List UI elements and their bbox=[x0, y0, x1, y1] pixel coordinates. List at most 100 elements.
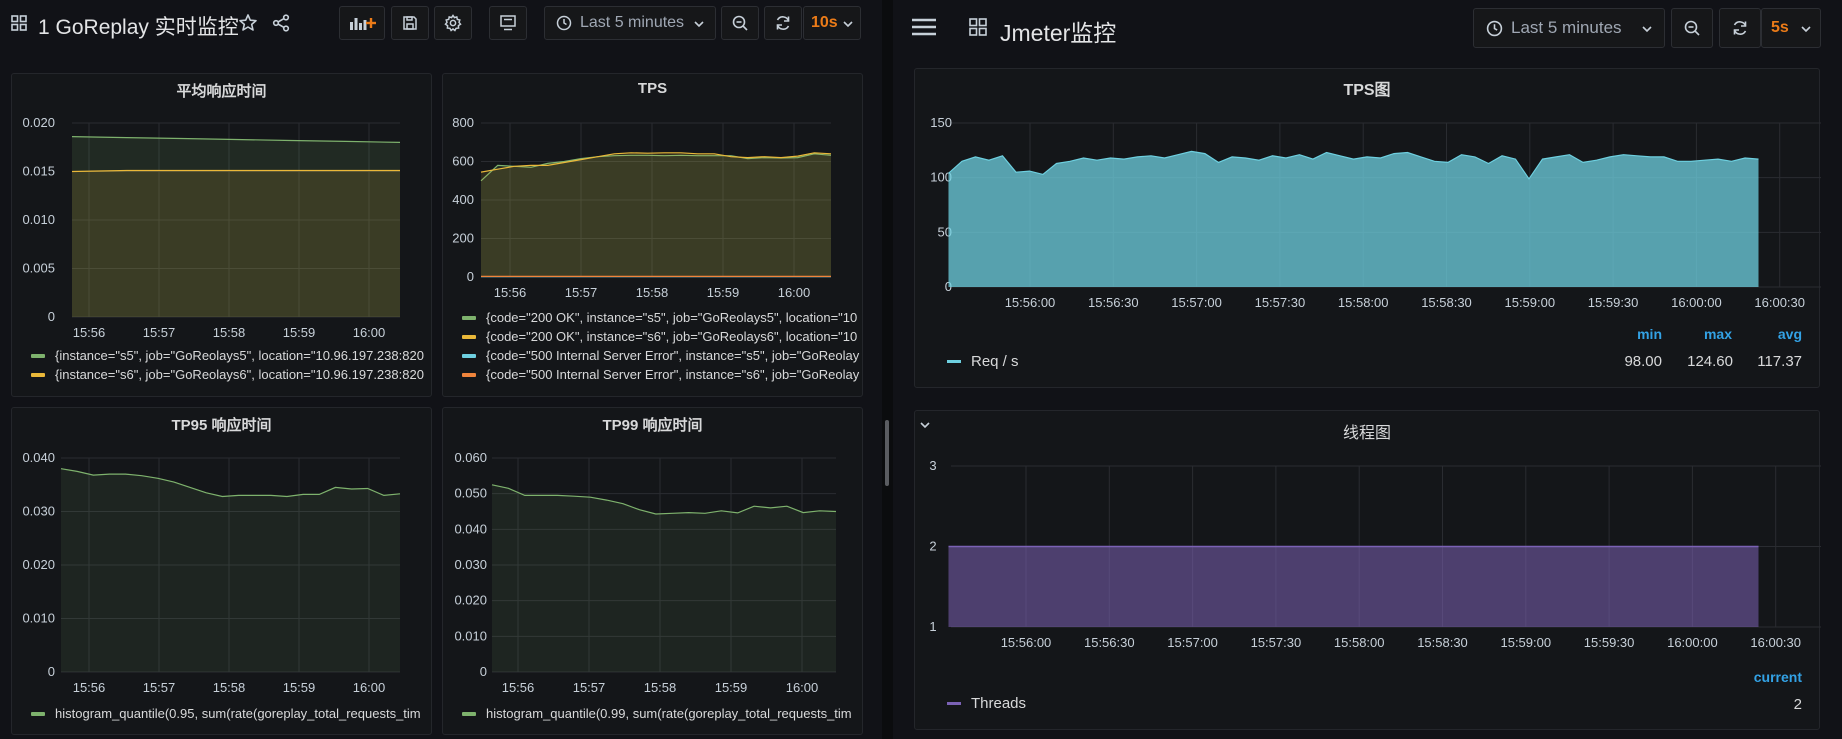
panel-threads-graph: 线程图 1 2 3 15:56:00 15:56:30 15:57:00 15:57:30 1… bbox=[914, 410, 1821, 730]
threads-graph-chart: 1 2 3 15:56:00 15:56:30 15:57:00 15:57:30 15:58… bbox=[929, 458, 1821, 650]
dashboard-grid-icon[interactable] bbox=[11, 15, 27, 31]
x-tick-label: 15:57:30 bbox=[1255, 295, 1306, 310]
x-tick-label: 16:00:30 bbox=[1754, 295, 1805, 310]
legend-item[interactable]: histogram_quantile(0.99, sum(rate(gorepl… bbox=[462, 704, 860, 723]
legend-swatch bbox=[31, 372, 45, 377]
legend-item[interactable]: histogram_quantile(0.95, sum(rate(gorepl… bbox=[31, 704, 431, 723]
zoom-out-button[interactable] bbox=[1671, 8, 1713, 48]
stat-header-current[interactable]: current bbox=[1754, 669, 1802, 685]
dashboard-title[interactable]: 1 GoReplay 实时监控 bbox=[38, 11, 239, 41]
chart-legend: {code="200 OK", instance="s5", job="GoRe… bbox=[462, 308, 860, 384]
menu-icon[interactable] bbox=[911, 17, 937, 37]
add-panel-icon bbox=[350, 18, 376, 30]
goreplay-window: 1 GoReplay 实时监控 Last 5 minutes 10s 平均响应时… bbox=[0, 0, 882, 739]
clock-icon bbox=[556, 15, 572, 31]
share-icon[interactable] bbox=[272, 14, 290, 32]
cycle-view-mode-button[interactable] bbox=[489, 6, 527, 40]
time-range-label: Last 5 minutes bbox=[1511, 18, 1622, 37]
legend-label: {code="500 Internal Server Error", insta… bbox=[486, 348, 860, 363]
x-tick-label: 15:56 bbox=[73, 680, 106, 695]
y-tick-label: 0 bbox=[48, 309, 55, 324]
refresh-interval-picker[interactable]: 10s bbox=[803, 6, 861, 40]
split-divider[interactable] bbox=[882, 0, 893, 739]
x-tick-label: 16:00 bbox=[778, 285, 811, 300]
panel-avg-response-time: 平均响应时间 0 0.005 0.010 0.015 0.020 15:56 15:57 15… bbox=[11, 73, 432, 397]
add-panel-button[interactable] bbox=[339, 6, 385, 40]
time-range-label: Last 5 minutes bbox=[580, 14, 685, 31]
dashboard-title[interactable]: Jmeter监控 bbox=[1000, 14, 1116, 48]
y-tick-label: 0.010 bbox=[22, 611, 55, 626]
refresh-button[interactable] bbox=[1719, 8, 1761, 48]
x-tick-label: 15:58 bbox=[644, 680, 677, 695]
refresh-interval-value: 5s bbox=[1771, 19, 1789, 36]
chevron-down-icon bbox=[694, 21, 704, 28]
y-tick-label: 0 bbox=[48, 664, 55, 679]
stat-header-max[interactable]: max bbox=[1704, 326, 1732, 342]
x-tick-label: 16:00 bbox=[353, 680, 386, 695]
legend-series[interactable]: Req / s bbox=[947, 353, 1019, 370]
time-picker-button[interactable]: Last 5 minutes bbox=[544, 6, 716, 40]
legend-swatch bbox=[462, 372, 476, 377]
stat-value-min: 98.00 bbox=[1624, 353, 1662, 370]
dashboard-grid-icon[interactable] bbox=[969, 18, 987, 36]
y-tick-label: 200 bbox=[452, 231, 474, 246]
x-tick-label: 15:57:30 bbox=[1251, 635, 1302, 650]
y-tick-label: 0.020 bbox=[454, 593, 487, 608]
chart-legend: {instance="s5", job="GoReolays5", locati… bbox=[31, 346, 431, 384]
x-tick-label: 15:57 bbox=[143, 680, 176, 695]
y-tick-label: 800 bbox=[452, 115, 474, 130]
refresh-button[interactable] bbox=[764, 6, 802, 40]
legend-swatch bbox=[31, 353, 45, 358]
x-tick-label: 15:59 bbox=[707, 285, 740, 300]
x-tick-label: 15:59:30 bbox=[1584, 635, 1635, 650]
legend-swatch bbox=[947, 702, 961, 705]
y-tick-label: 0.060 bbox=[454, 450, 487, 465]
x-tick-label: 15:59 bbox=[283, 325, 316, 340]
legend-item[interactable]: {code="500 Internal Server Error", insta… bbox=[462, 365, 860, 384]
settings-button[interactable] bbox=[434, 6, 472, 40]
stat-header-min[interactable]: min bbox=[1637, 326, 1662, 342]
legend-item[interactable]: {instance="s5", job="GoReolays5", locati… bbox=[31, 346, 431, 365]
legend-item[interactable]: {code="500 Internal Server Error", insta… bbox=[462, 346, 860, 365]
gear-icon bbox=[444, 14, 462, 32]
x-tick-label: 15:58 bbox=[213, 680, 246, 695]
panel-tps-graph: TPS图 0 50 100 150 15:56:00 15:56:30 15:57:00 15… bbox=[914, 68, 1821, 388]
x-tick-label: 16:00:00 bbox=[1671, 295, 1722, 310]
legend-swatch bbox=[462, 711, 476, 716]
x-tick-label: 15:57:00 bbox=[1171, 295, 1222, 310]
x-tick-label: 15:59:00 bbox=[1504, 295, 1555, 310]
legend-swatch bbox=[462, 334, 476, 339]
clock-icon bbox=[1486, 20, 1503, 36]
x-tick-label: 15:57:00 bbox=[1167, 635, 1218, 650]
avg-response-time-chart: 0 0.005 0.010 0.015 0.020 15:56 15:57 15:58 15:5… bbox=[22, 115, 401, 340]
y-tick-label: 0.020 bbox=[22, 115, 55, 130]
legend-item[interactable]: {code="200 OK", instance="s6", job="GoRe… bbox=[462, 327, 860, 346]
time-picker-button[interactable]: Last 5 minutes bbox=[1473, 8, 1665, 48]
legend-item[interactable]: {code="200 OK", instance="s5", job="GoRe… bbox=[462, 308, 860, 327]
series-area bbox=[72, 170, 400, 317]
legend-item[interactable]: {instance="s6", job="GoReolays6", locati… bbox=[31, 365, 431, 384]
save-dashboard-button[interactable] bbox=[391, 6, 429, 40]
y-tick-label: 0.010 bbox=[22, 212, 55, 227]
legend-swatch bbox=[462, 353, 476, 358]
zoom-out-button[interactable] bbox=[721, 6, 759, 40]
zoom-out-icon bbox=[732, 15, 748, 31]
refresh-icon bbox=[1733, 21, 1747, 35]
y-tick-label: 0 bbox=[480, 664, 487, 679]
panel-tps: TPS 0 200 400 600 800 15:56 15:57 15:58 15:59 16:… bbox=[442, 73, 863, 397]
legend-label: histogram_quantile(0.95, sum(rate(gorepl… bbox=[55, 706, 421, 721]
x-tick-label: 15:59 bbox=[283, 680, 316, 695]
legend-swatch bbox=[31, 711, 45, 716]
legend-label: {code="500 Internal Server Error", insta… bbox=[486, 367, 860, 382]
x-tick-label: 15:56:00 bbox=[1001, 635, 1052, 650]
legend-series[interactable]: Threads bbox=[947, 695, 1026, 712]
y-tick-label: 0 bbox=[467, 269, 474, 284]
divider-grip[interactable] bbox=[885, 420, 889, 486]
x-tick-label: 15:59 bbox=[715, 680, 748, 695]
stat-header-avg[interactable]: avg bbox=[1778, 326, 1802, 342]
legend-swatch bbox=[947, 360, 961, 363]
refresh-interval-picker[interactable]: 5s bbox=[1761, 8, 1821, 48]
jmeter-topbar: Jmeter监控 Last 5 minutes 5s bbox=[893, 0, 1842, 54]
star-icon[interactable] bbox=[238, 13, 258, 33]
y-tick-label: 0.030 bbox=[454, 557, 487, 572]
